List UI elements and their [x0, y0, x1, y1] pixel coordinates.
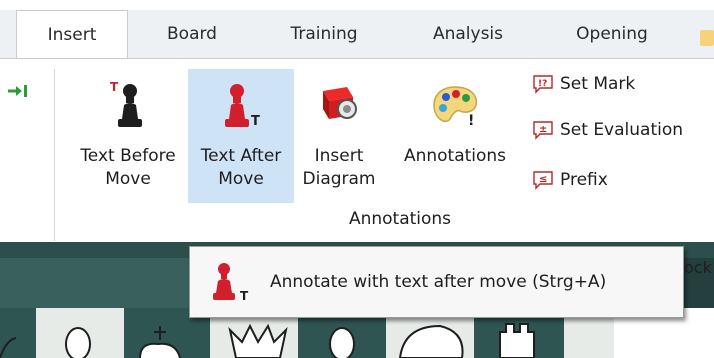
- tab-label: Board: [167, 24, 217, 44]
- tab-board[interactable]: Board: [140, 10, 244, 58]
- tab-label: Opening: [576, 24, 648, 44]
- prefix-label: Prefix: [560, 170, 608, 190]
- set-mark-label: Set Mark: [560, 74, 636, 94]
- svg-text:T: T: [110, 80, 119, 94]
- tab-overflow-marker: [700, 30, 714, 46]
- tab-analysis[interactable]: Analysis: [404, 10, 532, 58]
- tab-label: Insert: [47, 25, 97, 45]
- set-evaluation-button[interactable]: ± Set Evaluation: [532, 117, 683, 143]
- svg-text:T: T: [240, 289, 249, 303]
- prefix-button[interactable]: ≤ Prefix: [532, 167, 608, 193]
- button-label-line1: Text After: [200, 146, 282, 166]
- ribbon-tab-bar: Insert Board Training Analysis Opening: [0, 10, 714, 59]
- ribbon-panel: T Text Before Move T Text After Move Ins…: [0, 58, 714, 242]
- partial-panel-label: ock: [684, 258, 712, 277]
- pawn-text-after-icon: T: [213, 263, 249, 303]
- svg-text:≤: ≤: [539, 174, 547, 185]
- tab-training[interactable]: Training: [260, 10, 388, 58]
- insert-diagram-button[interactable]: Insert Diagram: [296, 69, 382, 203]
- mark-icon: !?: [533, 75, 553, 94]
- tooltip: T Annotate with text after move (Strg+A): [189, 246, 684, 318]
- set-mark-button[interactable]: !? Set Mark: [532, 71, 635, 97]
- insert-diagram-icon: [317, 77, 361, 133]
- evaluation-icon: ±: [533, 121, 553, 140]
- white-knight-icon: [398, 324, 464, 358]
- tab-label: Training: [290, 24, 358, 44]
- pawn-text-after-icon: T: [219, 77, 263, 133]
- white-bishop-icon: [65, 327, 91, 358]
- tooltip-text: Annotate with text after move (Strg+A): [270, 272, 607, 292]
- text-before-move-button[interactable]: T Text Before Move: [70, 69, 186, 203]
- button-label-line1: Text Before: [80, 146, 176, 166]
- pawn-text-before-icon: T: [108, 77, 148, 133]
- button-label-line2: Move: [105, 169, 151, 189]
- svg-text:!?: !?: [538, 79, 547, 89]
- tab-opening[interactable]: Opening: [548, 10, 676, 58]
- button-label-line2: Diagram: [302, 169, 376, 189]
- white-king-icon: [139, 342, 181, 358]
- white-bishop-icon: [329, 327, 355, 358]
- svg-text:!: !: [468, 113, 474, 129]
- title-strip: [0, 0, 714, 10]
- chess-pieces-row: [0, 323, 535, 358]
- tab-label: Analysis: [432, 24, 504, 44]
- white-rook-icon: [499, 323, 535, 358]
- group-separator: [54, 69, 55, 241]
- annotations-button[interactable]: ! Annotations: [390, 69, 520, 203]
- svg-text:T: T: [251, 114, 260, 129]
- prefix-icon: ≤: [533, 171, 553, 190]
- button-label-line1: Insert: [314, 146, 364, 166]
- button-label-line2: Move: [218, 169, 264, 189]
- set-evaluation-label: Set Evaluation: [560, 120, 684, 140]
- tab-insert[interactable]: Insert: [16, 10, 128, 59]
- white-queen-icon: [228, 323, 288, 358]
- button-label-line1: Annotations: [403, 146, 507, 166]
- group-label: Annotations: [348, 209, 452, 229]
- arrow-to-end-icon[interactable]: [6, 81, 34, 101]
- svg-text:±: ±: [539, 124, 547, 135]
- palette-icon: !: [430, 77, 480, 133]
- text-after-move-button[interactable]: T Text After Move: [188, 69, 294, 203]
